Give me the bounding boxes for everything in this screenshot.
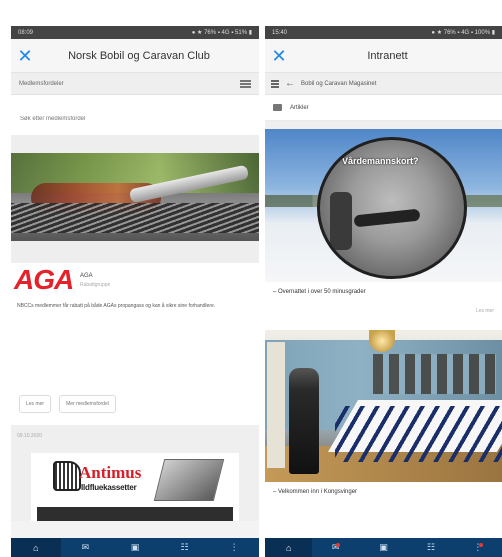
status-time: 15:40: [272, 29, 288, 36]
image-grill: [11, 203, 259, 233]
status-time: 08:09: [18, 29, 34, 36]
tab-calendar[interactable]: ▣: [110, 538, 160, 557]
post-date: 09.10.2020: [11, 425, 259, 451]
article-caption[interactable]: – Overnattet i over 50 minusgrader: [265, 282, 502, 304]
image-inset-title: Vårdemannskort?: [342, 156, 419, 166]
left-phone-screen: 08:09 ● ★ 76% ▪ 4G ▪ 51% ▮ ✕ Norsk Bobil…: [11, 26, 259, 557]
screenshot-stage: 08:09 ● ★ 76% ▪ 4G ▪ 51% ▮ ✕ Norsk Bobil…: [0, 0, 502, 557]
breadcrumb-label: Bobil og Caravan Magasinet: [301, 80, 377, 87]
ad-footer-strip: [37, 507, 233, 521]
read-more-link[interactable]: Les mer: [265, 304, 502, 330]
status-bar: 15:40 ● ★ 76% ▪ 4G ▪ 100% ▮: [265, 26, 502, 39]
divider: [11, 135, 259, 153]
notification-badge: [479, 542, 484, 547]
section-label: Artikler: [290, 104, 309, 111]
bottom-tab-bar: ⌂ ✉ ▣ ☷ ⋮: [11, 538, 259, 557]
breadcrumb: ← Bobil og Caravan Magasinet: [265, 73, 502, 95]
tab-more[interactable]: ⋮: [455, 538, 502, 557]
search-row: [11, 95, 259, 135]
image-door: [267, 342, 285, 468]
ad-title: Antimus: [79, 463, 142, 482]
status-indicators: ● ★ 76% ▪ 4G ▪ 51% ▮: [191, 30, 252, 36]
post-actions: Les mer Mer medlemsfordel: [11, 395, 259, 425]
section-header: Artikler: [265, 95, 502, 121]
article-caption[interactable]: – Velkommen inn i Kongsvinger: [265, 482, 502, 504]
image-person: [330, 192, 352, 250]
image-inset-circle: Vårdemannskort?: [317, 137, 467, 279]
tab-home[interactable]: ⌂: [11, 538, 61, 557]
notification-badge: [336, 542, 341, 547]
app-bar: ✕ Norsk Bobil og Caravan Club: [11, 39, 259, 73]
back-arrow-icon[interactable]: ←: [285, 78, 295, 89]
bottom-tab-bar: ⌂ ✉ ▣ ☷ ⋮: [265, 538, 502, 557]
close-icon[interactable]: ✕: [265, 39, 293, 73]
articles-icon: [273, 104, 282, 111]
tab-mail[interactable]: ✉: [312, 538, 359, 557]
app-title: Norsk Bobil og Caravan Club: [68, 49, 210, 62]
ad-container: Antimus Ildfluekassetter: [11, 451, 259, 521]
divider: [265, 121, 502, 129]
post-subtitle: Rabattgruppe: [80, 281, 111, 288]
image-chairs: [335, 406, 502, 462]
calendar-icon: ▣: [379, 542, 388, 552]
tab-home[interactable]: ⌂: [265, 538, 313, 557]
read-more-button[interactable]: Les mer: [19, 395, 52, 413]
ad-logo-icon: [53, 461, 81, 491]
members-icon: ☷: [180, 542, 189, 552]
ad-product-image: [153, 459, 225, 501]
post-image-barbecue[interactable]: [11, 153, 259, 241]
app-title: Intranett: [367, 49, 408, 62]
app-bar: ✕ Intranett: [265, 39, 502, 73]
section-label: Medlemsfordeler: [19, 80, 64, 87]
ad-banner[interactable]: Antimus Ildfluekassetter: [31, 453, 239, 521]
menu-icon[interactable]: [271, 79, 279, 88]
tab-mail[interactable]: ✉: [61, 538, 111, 557]
image-figure-lying: [353, 208, 421, 228]
status-bar: 08:09 ● ★ 76% ▪ 4G ▪ 51% ▮: [11, 26, 259, 39]
members-icon: ☷: [426, 542, 435, 552]
post-author: AGA: [80, 272, 93, 279]
more-benefits-button[interactable]: Mer medlemsfordel: [59, 395, 116, 413]
home-icon: ⌂: [33, 542, 39, 553]
article-image-banquet-hall[interactable]: [265, 330, 502, 482]
tab-members[interactable]: ☷: [160, 538, 210, 557]
search-input[interactable]: [20, 116, 250, 122]
divider: [11, 241, 259, 263]
tab-members[interactable]: ☷: [407, 538, 454, 557]
post-body: NBCCs medlemmer får rabatt på både AGAs …: [11, 297, 259, 395]
calendar-icon: ▣: [130, 542, 140, 552]
aga-logo: AGA: [14, 264, 74, 295]
tab-calendar[interactable]: ▣: [360, 538, 407, 557]
home-icon: ⌂: [285, 542, 292, 553]
close-icon[interactable]: ✕: [11, 39, 39, 73]
right-phone-screen: 15:40 ● ★ 76% ▪ 4G ▪ 100% ▮ ✕ Intranett …: [265, 26, 502, 557]
post-meta: AGA Rabattgruppe: [78, 273, 110, 288]
image-person: [289, 368, 319, 474]
article-image-winter[interactable]: Vårdemannskort?: [265, 129, 502, 282]
mail-icon: ✉: [81, 542, 90, 552]
section-subbar: Medlemsfordeler: [11, 73, 259, 95]
ad-subtitle: Ildfluekassetter: [81, 483, 137, 492]
post-header: AGA AGA Rabattgruppe: [11, 263, 259, 297]
more-icon: ⋮: [229, 542, 239, 552]
menu-icon[interactable]: [240, 79, 251, 88]
status-indicators: ● ★ 76% ▪ 4G ▪ 100% ▮: [431, 30, 495, 36]
image-wall-frames: [373, 354, 496, 394]
tab-more[interactable]: ⋮: [209, 538, 259, 557]
